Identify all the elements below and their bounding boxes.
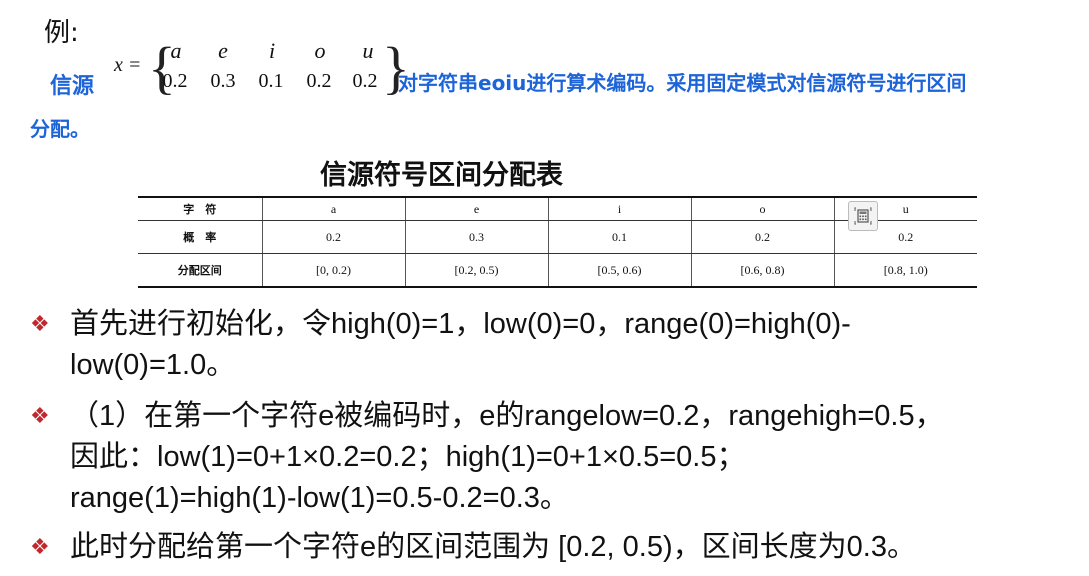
- symbol-a: a: [170, 38, 182, 63]
- symbol-e: e: [218, 38, 228, 63]
- table-cell: 0.2: [261, 220, 405, 254]
- bullet-line: low(0)=1.0。: [70, 349, 236, 381]
- bullet-text-result: 此时分配给第一个字符e的区间范围为 [0.2, 0.5)，区间长度为0.3。: [70, 527, 916, 568]
- bullet-line: 首先进行初始化，令high(0)=1，low(0)=0，range(0)=hig…: [70, 308, 851, 340]
- symbol-i: i: [268, 38, 276, 63]
- example-label: 例:: [44, 18, 79, 48]
- table-cell: o: [690, 196, 834, 221]
- prob-o: 0.2: [306, 70, 332, 92]
- table-cell: [0.6, 0.8): [690, 253, 834, 288]
- diamond-bullet-icon: ❖: [30, 535, 50, 560]
- table-cell: [0.5, 0.6): [547, 253, 691, 288]
- bullet-text-init: 首先进行初始化，令high(0)=1，low(0)=0，range(0)=hig…: [70, 304, 851, 386]
- symbol-o: o: [314, 38, 326, 63]
- bullet-line: 因此：low(1)=0+1×0.2=0.2；high(1)=0+1×0.5=0.…: [70, 441, 746, 473]
- prob-i: 0.1: [258, 70, 284, 92]
- table-row: 分配区间 [0, 0.2) [0.2, 0.5) [0.5, 0.6) [0.6…: [138, 253, 977, 288]
- bullet-text-step1: （1）在第一个字符e被编码时，e的rangelow=0.2，rangehigh=…: [70, 396, 944, 519]
- bullet-line: range(1)=high(1)-low(1)=0.5-0.2=0.3。: [70, 482, 569, 514]
- prob-a: 0.2: [162, 70, 188, 92]
- table-cell: i: [547, 196, 691, 221]
- bullet-line: 此时分配给第一个字符e的区间范围为 [0.2, 0.5)，区间长度为0.3。: [70, 531, 916, 563]
- table-cell: e: [404, 196, 548, 221]
- table-cell: [0, 0.2): [261, 253, 405, 288]
- x-equals: x =: [114, 54, 142, 76]
- source-label: 信源: [50, 74, 95, 99]
- intro-sentence-end: 分配。: [30, 117, 90, 141]
- prob-e: 0.3: [210, 70, 236, 92]
- table-cell: 0.3: [404, 220, 548, 254]
- table-cell: [0.2, 0.5): [404, 253, 548, 288]
- diamond-bullet-icon: ❖: [30, 404, 50, 429]
- table-cell: 0.2: [690, 220, 834, 254]
- intro-sentence: 对字符串eoiu进行算术编码。采用固定模式对信源符号进行区间: [398, 71, 967, 95]
- calculator-icon[interactable]: [848, 201, 878, 231]
- row-label-interval: 分配区间: [138, 253, 262, 288]
- bullet-line: （1）在第一个字符e被编码时，e的rangelow=0.2，rangehigh=…: [70, 400, 944, 432]
- row-label-char: 字 符: [138, 196, 262, 221]
- table-cell: 0.1: [547, 220, 691, 254]
- row-label-prob: 概 率: [138, 220, 262, 254]
- table-title: 信源符号区间分配表: [320, 160, 563, 191]
- diamond-bullet-icon: ❖: [30, 312, 50, 337]
- table-cell: a: [261, 196, 405, 221]
- calculator-icon-glyph: [854, 207, 872, 225]
- table-cell: [0.8, 1.0): [833, 253, 977, 288]
